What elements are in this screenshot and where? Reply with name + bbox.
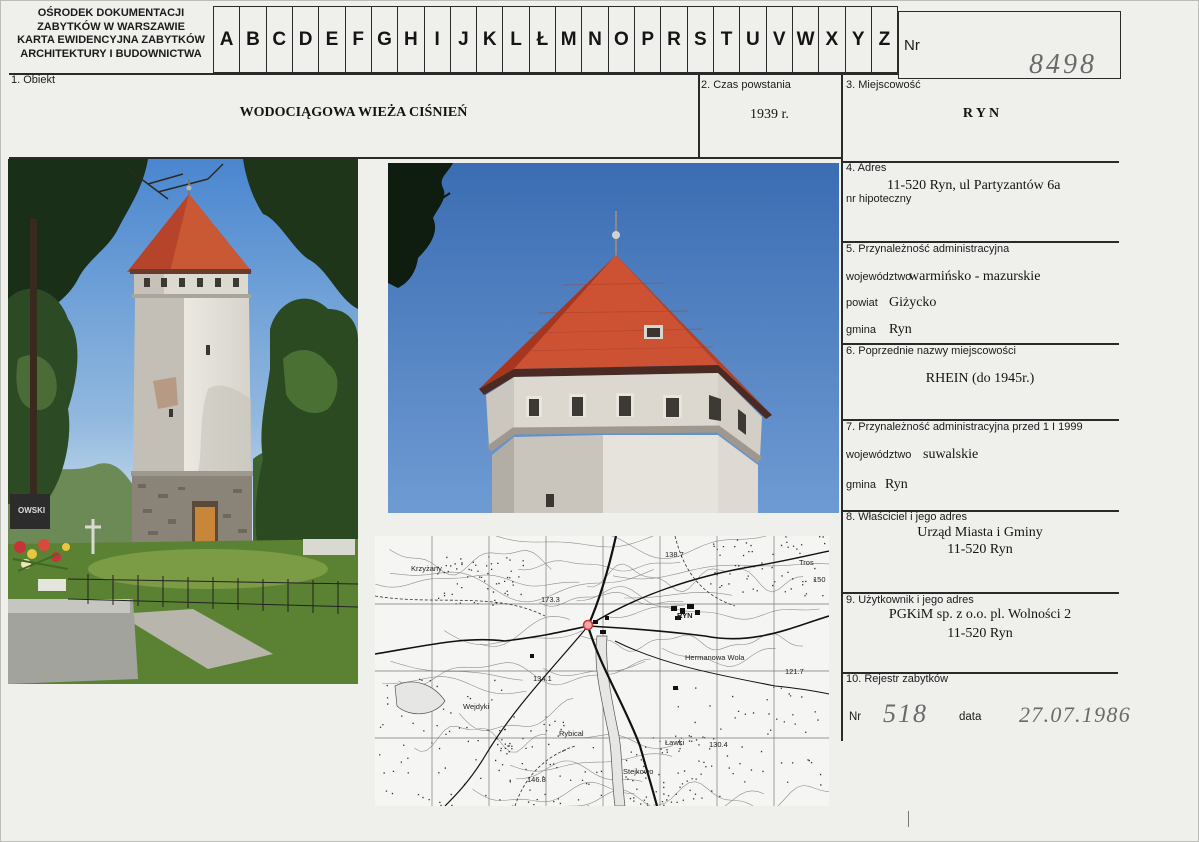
field-label-date: 2. Czas powstania bbox=[701, 79, 791, 91]
field-label-admin-before: 7. Przynależność administracyjna przed 1… bbox=[846, 421, 1083, 433]
tower-photo-full: OWSKI bbox=[8, 159, 358, 684]
map-label: 130.4 bbox=[709, 740, 728, 749]
institution-line: OŚRODEK DOKUMENTACJI bbox=[37, 7, 185, 19]
map-label: RYN bbox=[677, 611, 693, 620]
field-label-owner: 8. Właściciel i jego adres bbox=[846, 511, 968, 523]
index-letter-cell: K bbox=[477, 7, 504, 72]
commune-label: gmina bbox=[846, 479, 876, 491]
index-letter-cell: R bbox=[661, 7, 688, 72]
map-label: 121.7 bbox=[785, 667, 804, 676]
field-label-register: 10. Rejestr zabytków bbox=[846, 673, 949, 685]
field-label-former-names: 6. Poprzednie nazwy miejscowości bbox=[846, 345, 1016, 357]
map-label: 146.8 bbox=[527, 775, 546, 784]
index-letter-cell: B bbox=[240, 7, 267, 72]
edge-tick bbox=[908, 811, 909, 827]
former-name-value: RHEIN (do 1945r.) bbox=[925, 371, 1035, 386]
user-line-2: 11-520 Ryn bbox=[947, 626, 1013, 641]
map-label: 173.3 bbox=[541, 595, 560, 604]
gravestone-inscription: OWSKI bbox=[18, 506, 45, 515]
map-label: 150 bbox=[813, 575, 826, 584]
map-label: Krzyżany bbox=[411, 564, 442, 573]
map-label: Ławki bbox=[665, 738, 685, 747]
locality-name: R Y N bbox=[962, 106, 1000, 121]
owner-line-1: Urząd Miasta i Gminy bbox=[917, 525, 1043, 540]
register-date-handwritten: 27.07.1986 bbox=[1019, 702, 1131, 727]
register-date-label: data bbox=[959, 711, 982, 723]
index-letter-cell: L bbox=[503, 7, 530, 72]
index-letter-cell: Ł bbox=[530, 7, 557, 72]
register-number-handwritten: 518 bbox=[883, 699, 928, 728]
index-letter-cell: F bbox=[346, 7, 372, 72]
index-letter-row: ABCDEFGHIJKLŁMNOPRSTUVWXYZ bbox=[213, 6, 898, 73]
index-letter-cell: J bbox=[451, 7, 478, 72]
map-label: 134.1 bbox=[533, 674, 552, 683]
map-label: Tros bbox=[799, 558, 814, 567]
card-number-label: Nr bbox=[904, 37, 920, 54]
index-letter-cell: C bbox=[267, 7, 293, 72]
map-label: Stejkowo bbox=[623, 767, 653, 776]
voivodeship-value: warmińsko - mazurskie bbox=[909, 269, 1041, 284]
user-line-1: PGKiM sp. z o.o. pl. Wolności 2 bbox=[888, 607, 1072, 622]
record-card: OŚRODEK DOKUMENTACJI ZABYTKÓW W WARSZAWI… bbox=[0, 0, 1199, 842]
field-label-admin: 5. Przynależność administracyjna bbox=[846, 243, 1010, 255]
county-label: powiat bbox=[846, 297, 878, 309]
commune-label: gmina bbox=[846, 324, 876, 336]
field-label-user: 9. Użytkownik i jego adres bbox=[846, 594, 974, 606]
index-letter-cell: P bbox=[635, 7, 662, 72]
index-letter-cell: D bbox=[293, 7, 320, 72]
field-label-address: 4. Adres bbox=[846, 162, 887, 174]
card-title-line: KARTA EWIDENCYJNA ZABYTKÓW bbox=[17, 34, 205, 47]
commune-value: Ryn bbox=[889, 322, 912, 337]
voivodeship-label: województwo bbox=[846, 271, 912, 283]
location-map: Krzyżany 173.3 138.7 Tros 150 RYN Herman… bbox=[375, 536, 829, 806]
institution-header: OŚRODEK DOKUMENTACJI ZABYTKÓW W WARSZAWI… bbox=[9, 7, 213, 61]
card-title-line: ARCHITEKTURY I BUDOWNICTWA bbox=[20, 47, 202, 60]
object-name: WODOCIĄGOWA WIEŻA CIŚNIEŃ bbox=[239, 105, 468, 120]
address-value: 11-520 Ryn, ul Partyzantów 6a bbox=[887, 178, 1061, 193]
tower-photo-top bbox=[388, 163, 839, 513]
map-label: Hermanowa Wola bbox=[685, 653, 745, 662]
index-letter-cell: S bbox=[688, 7, 714, 72]
card-number-handwritten: 8498 bbox=[1029, 49, 1097, 80]
index-letter-cell: G bbox=[372, 7, 399, 72]
field-label-object: 1. Obiekt bbox=[11, 74, 56, 86]
index-letter-cell: H bbox=[398, 7, 425, 72]
map-label: Wejdyki bbox=[463, 702, 489, 711]
rule-line bbox=[9, 73, 898, 75]
index-letter-cell: E bbox=[319, 7, 346, 72]
index-letter-cell: N bbox=[582, 7, 609, 72]
county-value: Giżycko bbox=[889, 295, 937, 310]
former-commune-value: Ryn bbox=[885, 477, 908, 492]
index-letter-cell: U bbox=[740, 7, 767, 72]
field-label-locality: 3. Miejscowość bbox=[846, 79, 921, 91]
index-letter-cell: Y bbox=[846, 7, 872, 72]
index-letter-cell: M bbox=[556, 7, 583, 72]
map-label: Rybical bbox=[559, 729, 584, 738]
index-letter-cell: X bbox=[819, 7, 846, 72]
mortgage-number-label: nr hipoteczny bbox=[846, 193, 912, 205]
index-letter-cell: I bbox=[425, 7, 451, 72]
institution-line: ZABYTKÓW W WARSZAWIE bbox=[37, 20, 185, 33]
construction-date: 1939 r. bbox=[750, 107, 789, 122]
index-letter-cell: T bbox=[714, 7, 741, 72]
map-label: 138.7 bbox=[665, 550, 684, 559]
index-letter-cell: Z bbox=[878, 28, 891, 50]
owner-line-2: 11-520 Ryn bbox=[947, 542, 1013, 557]
index-letter-cell: W bbox=[793, 7, 820, 72]
register-number-label: Nr bbox=[849, 711, 862, 723]
index-letter-cell: O bbox=[609, 7, 635, 72]
index-letter-cell: A bbox=[214, 7, 241, 72]
voivodeship-label: województwo bbox=[846, 449, 912, 461]
former-voivodeship-value: suwalskie bbox=[923, 447, 979, 462]
index-letter-cell: V bbox=[767, 7, 793, 72]
map-location-marker bbox=[582, 619, 594, 631]
